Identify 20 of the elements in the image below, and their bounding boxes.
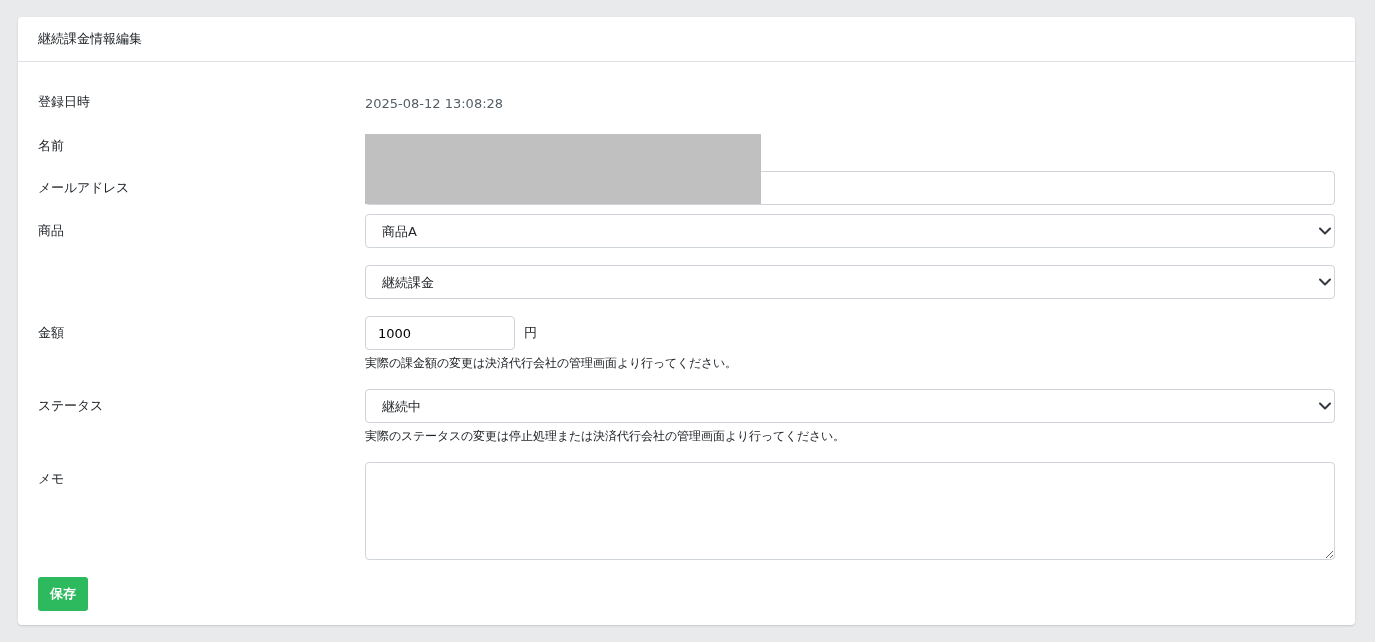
field-label: メールアドレス (38, 180, 129, 195)
field-label: 登録日時 (38, 94, 90, 109)
memo-field[interactable] (365, 462, 1335, 560)
field-label: メモ (38, 471, 64, 486)
unit-label: 円 (524, 324, 537, 342)
card-title: 継続課金情報編集 (38, 30, 142, 48)
field-label: 金額 (38, 325, 64, 340)
chevron-down-icon (1319, 227, 1331, 235)
chevron-down-icon (1319, 402, 1331, 410)
field-label: 名前 (38, 138, 64, 153)
amount-field[interactable]: 1000 (365, 316, 515, 350)
help-text: 実際の課金額の変更は決済代行会社の管理画面より行ってください。 (365, 355, 738, 372)
field-label: 商品 (38, 223, 64, 238)
field-label: ステータス (38, 398, 103, 413)
field-value: 2025-08-12 13:08:28 (365, 95, 504, 111)
chevron-down-icon (1319, 278, 1331, 286)
select-field[interactable]: 継続中 (365, 389, 1335, 423)
select-field[interactable]: 商品A (365, 214, 1335, 248)
select-field[interactable]: 継続課金 (365, 265, 1335, 299)
help-text: 実際のステータスの変更は停止処理または決済代行会社の管理画面より行ってください。 (365, 428, 846, 445)
